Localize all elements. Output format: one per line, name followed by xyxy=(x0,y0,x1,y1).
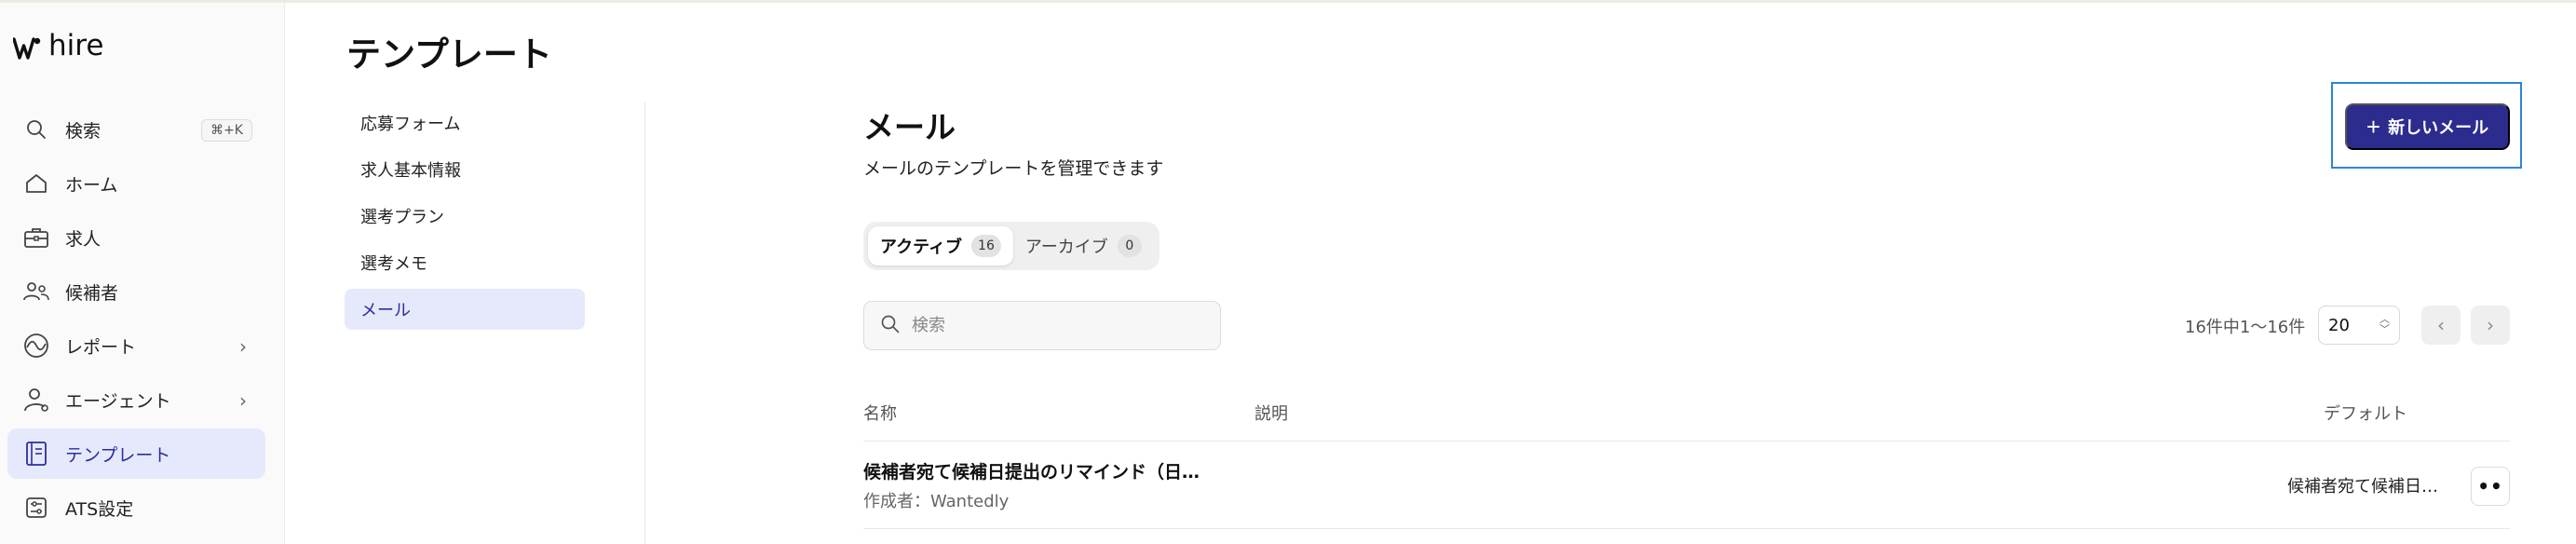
chevron-right-icon: › xyxy=(239,335,247,358)
people-icon xyxy=(22,278,50,306)
sidebar-item-candidates[interactable]: 候補者 xyxy=(7,266,265,317)
search-icon xyxy=(880,314,901,338)
chart-icon xyxy=(22,332,50,360)
sidebar-item-reports[interactable]: レポート › xyxy=(7,320,265,371)
w-logo-icon xyxy=(13,37,41,60)
search-input[interactable] xyxy=(912,316,1191,335)
tab-label: アーカイブ xyxy=(1024,238,1108,257)
settings-icon xyxy=(22,494,50,522)
pagination-summary: 16件中1〜16件 xyxy=(2185,318,2306,337)
top-border xyxy=(0,0,2576,3)
column-header-description[interactable]: 説明 xyxy=(1254,401,1288,425)
sidebar-item-label: レポート xyxy=(65,336,137,358)
sidebar-item-home[interactable]: ホーム xyxy=(7,158,265,209)
sidebar: hire 検索 ⌘+K ホーム 求人 候補者 レポート › エージェント › テ… xyxy=(0,3,285,544)
brand-logo[interactable]: hire xyxy=(13,31,103,61)
search-box xyxy=(863,301,1221,350)
sidebar-nav: 検索 ⌘+K ホーム 求人 候補者 レポート › エージェント › テンプレート… xyxy=(7,104,265,537)
sidebar-item-label: 候補者 xyxy=(65,282,119,304)
table-divider xyxy=(863,528,2510,529)
next-page-button[interactable]: › xyxy=(2471,306,2510,345)
chevron-right-icon: › xyxy=(239,389,247,412)
updown-chevron-icon: ︿ ﹀ xyxy=(2379,313,2390,335)
section-subtitle: メールのテンプレートを管理できます xyxy=(863,158,1164,179)
page-title: テンプレート xyxy=(346,34,552,75)
tab-label: アクティブ xyxy=(880,238,963,257)
sidebar-item-label: 検索 xyxy=(65,120,102,142)
subnav-item-selection-memo[interactable]: 選考メモ xyxy=(345,242,585,283)
subnav-item-application-form[interactable]: 応募フォーム xyxy=(345,102,585,143)
briefcase-icon xyxy=(22,224,50,252)
template-name[interactable]: 候補者宛て候補日提出のリマインド（日… xyxy=(863,458,1200,483)
sidebar-item-search[interactable]: 検索 ⌘+K xyxy=(7,104,265,155)
home-icon xyxy=(22,170,50,197)
tab-count-badge: 0 xyxy=(1117,235,1142,257)
sidebar-item-label: ATS設定 xyxy=(65,498,134,520)
shortcut-badge: ⌘+K xyxy=(201,119,252,142)
sidebar-item-ats-settings[interactable]: ATS設定 xyxy=(7,483,265,533)
column-header-default[interactable]: デフォルト xyxy=(2324,401,2407,425)
subnav-item-selection-plan[interactable]: 選考プラン xyxy=(345,196,585,237)
sidebar-item-label: 求人 xyxy=(65,228,102,250)
sidebar-item-jobs[interactable]: 求人 xyxy=(7,212,265,263)
template-subnav: 応募フォーム 求人基本情報 選考プラン 選考メモ メール xyxy=(345,102,643,335)
divider xyxy=(644,102,645,544)
section-title: メール xyxy=(863,109,956,145)
per-page-select[interactable]: 20 ︿ ﹀ xyxy=(2318,306,2400,345)
column-header-name[interactable]: 名称 xyxy=(863,401,897,425)
tab-count-badge: 16 xyxy=(971,235,1001,257)
table-divider xyxy=(863,441,2510,442)
sidebar-item-label: エージェント xyxy=(65,390,171,412)
new-email-button-label: 新しいメール xyxy=(2388,118,2489,137)
new-email-button[interactable]: + 新しいメール xyxy=(2345,103,2510,150)
sidebar-item-label: ホーム xyxy=(65,174,118,196)
subnav-item-email[interactable]: メール xyxy=(345,289,585,330)
sidebar-item-agents[interactable]: エージェント › xyxy=(7,374,265,425)
brand-name: hire xyxy=(48,29,104,62)
template-icon xyxy=(22,440,50,468)
agent-icon xyxy=(22,386,50,414)
sidebar-item-label: テンプレート xyxy=(65,444,171,466)
prev-page-button[interactable]: ‹ xyxy=(2421,306,2461,345)
template-author: 作成者：Wantedly xyxy=(863,492,1010,511)
tab-archive[interactable]: アーカイブ 0 xyxy=(1013,226,1154,265)
template-default: 候補者宛て候補日… xyxy=(2287,477,2438,496)
plus-icon: + xyxy=(2366,113,2381,141)
sidebar-item-templates[interactable]: テンプレート xyxy=(7,428,265,479)
tab-active[interactable]: アクティブ 16 xyxy=(868,226,1013,265)
subnav-item-job-basics[interactable]: 求人基本情報 xyxy=(345,149,585,190)
more-options-button[interactable]: •• xyxy=(2471,467,2510,506)
search-icon xyxy=(22,116,50,143)
status-tabs: アクティブ 16 アーカイブ 0 xyxy=(863,222,1159,270)
per-page-value: 20 xyxy=(2328,315,2350,335)
